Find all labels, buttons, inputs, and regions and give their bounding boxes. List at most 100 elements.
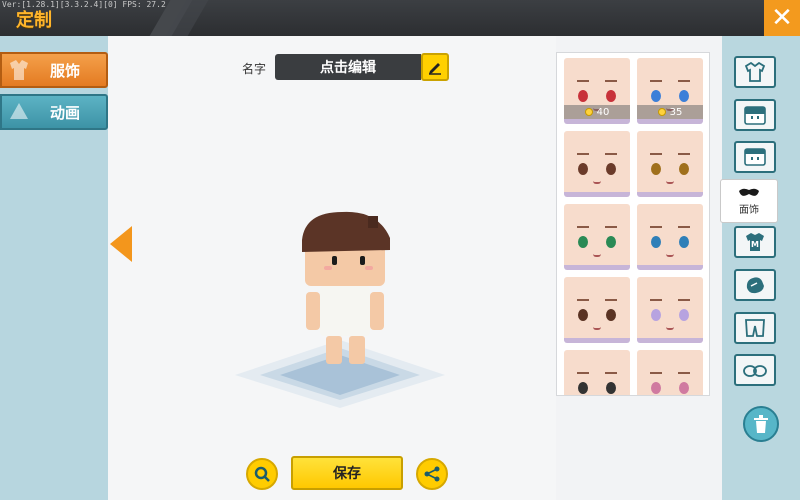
- share-button[interactable]: [416, 458, 448, 490]
- part-top-button[interactable]: M: [734, 226, 776, 258]
- collapse-arrow-icon[interactable]: [110, 226, 132, 262]
- face-eye: [578, 382, 588, 394]
- close-button[interactable]: ✕: [764, 0, 800, 36]
- part-glove-button[interactable]: [734, 269, 776, 301]
- character-model[interactable]: [210, 190, 470, 410]
- face-mouth: [593, 181, 601, 184]
- price-tag: 35: [637, 105, 703, 119]
- face-option[interactable]: [637, 277, 703, 343]
- face-option[interactable]: [637, 204, 703, 270]
- face-brow: [678, 299, 690, 301]
- coin-icon: [657, 108, 666, 116]
- face-eye: [606, 163, 616, 175]
- face-brow: [605, 299, 617, 301]
- face-eye: [606, 236, 616, 248]
- face-mouth: [593, 327, 601, 330]
- face-eye: [651, 163, 661, 175]
- face-brow: [577, 153, 589, 155]
- face-brow: [605, 372, 617, 374]
- face-brow: [650, 80, 662, 82]
- page-title: 定制: [16, 10, 52, 31]
- face-options-panel: 40 35: [556, 52, 710, 396]
- pants-icon: [745, 319, 765, 337]
- face-icon: [744, 148, 766, 166]
- trash-icon: [754, 415, 768, 433]
- part-pants-button[interactable]: [734, 312, 776, 344]
- tshirt-m-icon: M: [746, 233, 764, 251]
- part-face-accessory-button[interactable]: 面饰: [720, 179, 778, 223]
- face-eye: [679, 236, 689, 248]
- clothes-category-icon: [10, 60, 28, 80]
- price-value: 35: [669, 106, 683, 118]
- face-brow: [605, 226, 617, 228]
- face-eye: [651, 236, 661, 248]
- face-eye: [578, 309, 588, 321]
- hair-icon: [744, 106, 766, 125]
- price-tag: 40: [564, 105, 630, 119]
- zoom-button[interactable]: [246, 458, 278, 490]
- name-label: 名字: [242, 62, 267, 76]
- face-mouth: [666, 327, 674, 330]
- pencil-icon: [429, 63, 441, 75]
- face-option[interactable]: [564, 350, 630, 395]
- face-eye: [606, 90, 616, 102]
- svg-text:M: M: [751, 240, 759, 249]
- face-eye: [578, 236, 588, 248]
- face-eye: [606, 382, 616, 394]
- shoes-icon: [743, 365, 767, 377]
- face-brow: [678, 372, 690, 374]
- face-option[interactable]: 40: [564, 58, 630, 124]
- face-option[interactable]: [637, 350, 703, 395]
- name-input[interactable]: 点击编辑: [275, 54, 421, 80]
- face-brow: [577, 372, 589, 374]
- price-value: 40: [596, 106, 610, 118]
- face-option[interactable]: 35: [637, 58, 703, 124]
- face-brow: [650, 226, 662, 228]
- close-icon: ✕: [771, 3, 793, 33]
- face-brow: [678, 226, 690, 228]
- face-eye: [651, 90, 661, 102]
- face-brow: [650, 299, 662, 301]
- face-option[interactable]: [637, 131, 703, 197]
- face-brow: [650, 153, 662, 155]
- face-option[interactable]: [564, 277, 630, 343]
- face-brow: [678, 153, 690, 155]
- face-eye: [651, 382, 661, 394]
- tab-animation[interactable]: 动画: [0, 94, 108, 130]
- face-brow: [605, 153, 617, 155]
- part-shoes-button[interactable]: [734, 354, 776, 386]
- face-mouth: [666, 254, 674, 257]
- face-mouth: [666, 181, 674, 184]
- shirt-outline-icon: [744, 62, 766, 82]
- edit-name-button[interactable]: [421, 53, 449, 81]
- face-brow: [577, 299, 589, 301]
- part-hair-button[interactable]: [734, 99, 776, 131]
- part-face-accessory-label: 面饰: [739, 205, 759, 216]
- face-option[interactable]: [564, 131, 630, 197]
- coin-icon: [584, 108, 593, 116]
- part-face-button[interactable]: [734, 141, 776, 173]
- glove-icon: [746, 277, 764, 294]
- tab-clothing[interactable]: 服饰: [0, 52, 108, 88]
- face-mouth: [593, 254, 601, 257]
- tab-clothing-label: 服饰: [50, 61, 81, 80]
- face-brow: [577, 226, 589, 228]
- face-eye: [651, 309, 661, 321]
- top-bar: Ver:[1.28.1][3.3.2.4][0] FPS: 27.2 定制 ✕: [0, 0, 800, 36]
- face-eye: [679, 382, 689, 394]
- face-eye: [679, 309, 689, 321]
- face-brow: [678, 80, 690, 82]
- tab-animation-label: 动画: [50, 103, 81, 122]
- face-brow: [605, 80, 617, 82]
- face-option[interactable]: [564, 204, 630, 270]
- animation-category-icon: [10, 103, 28, 119]
- part-shirt-button[interactable]: [734, 56, 776, 88]
- face-eye: [578, 90, 588, 102]
- magnifier-icon: [254, 466, 270, 482]
- face-brow: [650, 372, 662, 374]
- mask-icon: [739, 188, 759, 196]
- face-eye: [679, 163, 689, 175]
- share-icon: [424, 466, 440, 482]
- save-button[interactable]: 保存: [291, 456, 403, 490]
- delete-button[interactable]: [743, 406, 779, 442]
